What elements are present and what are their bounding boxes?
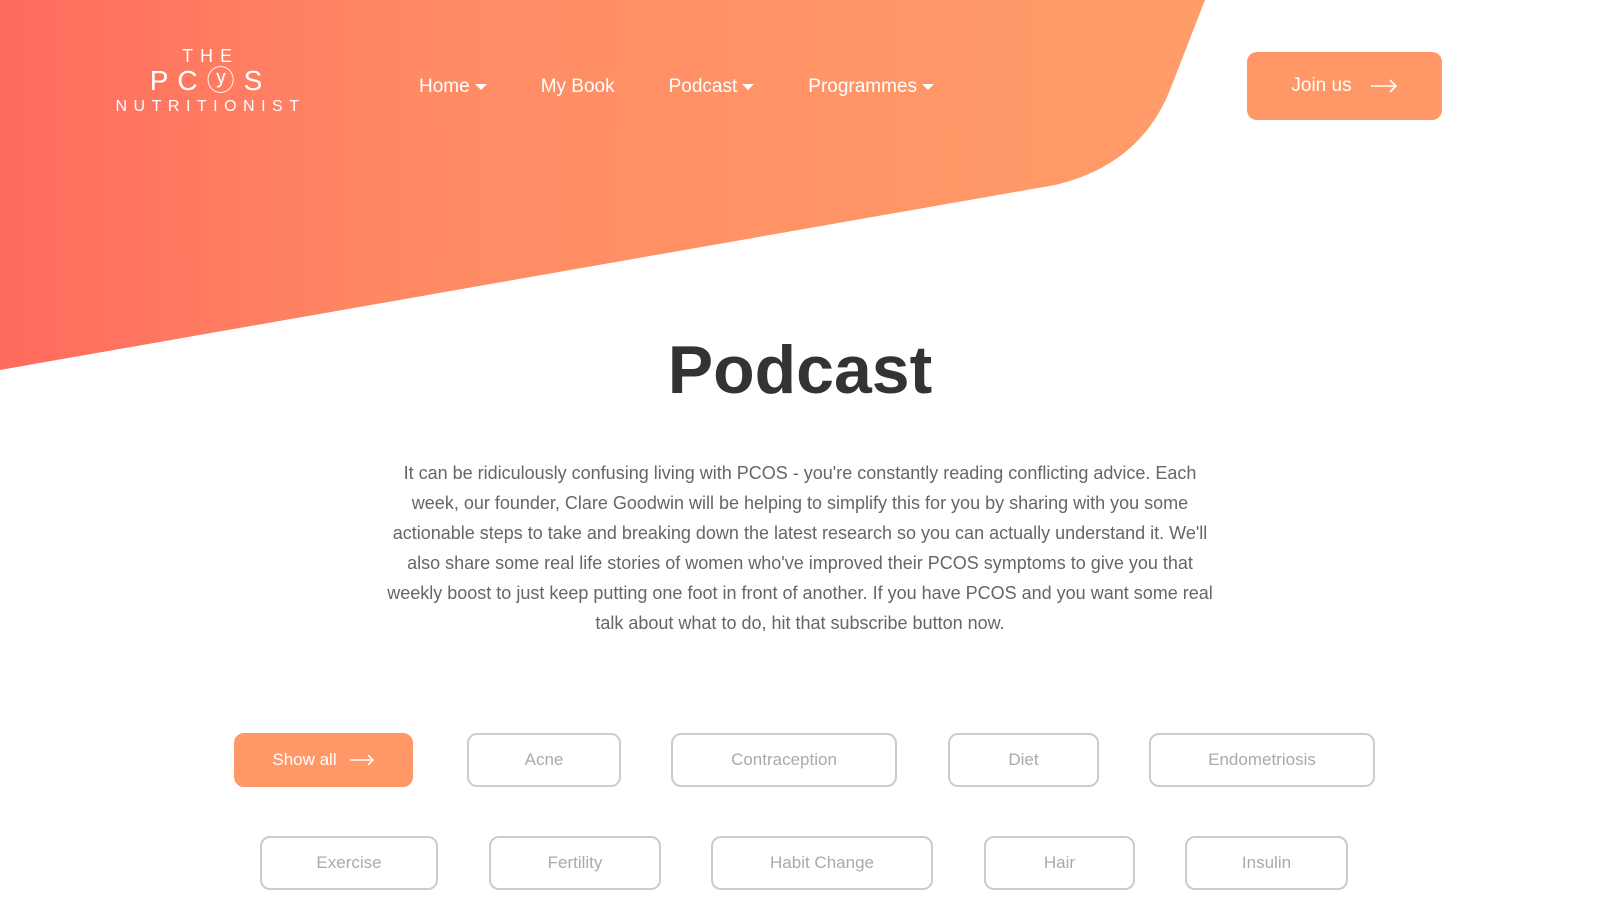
- logo-line-the: THE: [182, 46, 239, 66]
- caret-down-icon: [922, 84, 935, 90]
- nav-item-podcast[interactable]: Podcast: [669, 76, 755, 98]
- logo-line-pcos: PCⓨS: [149, 65, 272, 96]
- arrow-right-icon: [1370, 79, 1397, 93]
- filter-tag-diet[interactable]: Diet: [948, 733, 1099, 787]
- join-us-label: Join us: [1291, 75, 1352, 96]
- nav-item-programmes[interactable]: Programmes: [808, 76, 935, 98]
- site-logo[interactable]: THE PCⓨS NUTRITIONIST: [108, 46, 313, 122]
- filter-tag-fertility[interactable]: Fertility: [489, 836, 661, 890]
- nav-programmes-label: Programmes: [808, 76, 918, 97]
- filter-tag-contraception[interactable]: Contraception: [671, 733, 897, 787]
- nav-home-label: Home: [419, 76, 470, 97]
- nav-my-book-label: My Book: [540, 76, 615, 97]
- filter-tag-endometriosis[interactable]: Endometriosis: [1149, 733, 1375, 787]
- main-nav: Home My Book Podcast Programmes: [419, 72, 988, 102]
- caret-down-icon: [474, 84, 487, 90]
- arrow-right-icon: [349, 754, 374, 766]
- filter-tag-hair[interactable]: Hair: [984, 836, 1135, 890]
- nav-item-my-book[interactable]: My Book: [541, 76, 615, 98]
- logo-line-nutritionist: NUTRITIONIST: [115, 98, 306, 115]
- podcast-intro-text: It can be ridiculously confusing living …: [387, 463, 1213, 633]
- filter-tag-exercise[interactable]: Exercise: [260, 836, 438, 890]
- filter-show-all-button[interactable]: Show all: [234, 733, 413, 787]
- join-us-button[interactable]: Join us: [1247, 52, 1442, 120]
- caret-down-icon: [742, 84, 755, 90]
- filter-tag-acne[interactable]: Acne: [467, 733, 621, 787]
- filter-tag-insulin[interactable]: Insulin: [1185, 836, 1348, 890]
- nav-podcast-label: Podcast: [668, 76, 738, 97]
- show-all-label: Show all: [272, 750, 337, 769]
- filter-tag-habit-change[interactable]: Habit Change: [711, 836, 933, 890]
- nav-item-home[interactable]: Home: [419, 76, 487, 98]
- page-title: Podcast: [667, 332, 933, 408]
